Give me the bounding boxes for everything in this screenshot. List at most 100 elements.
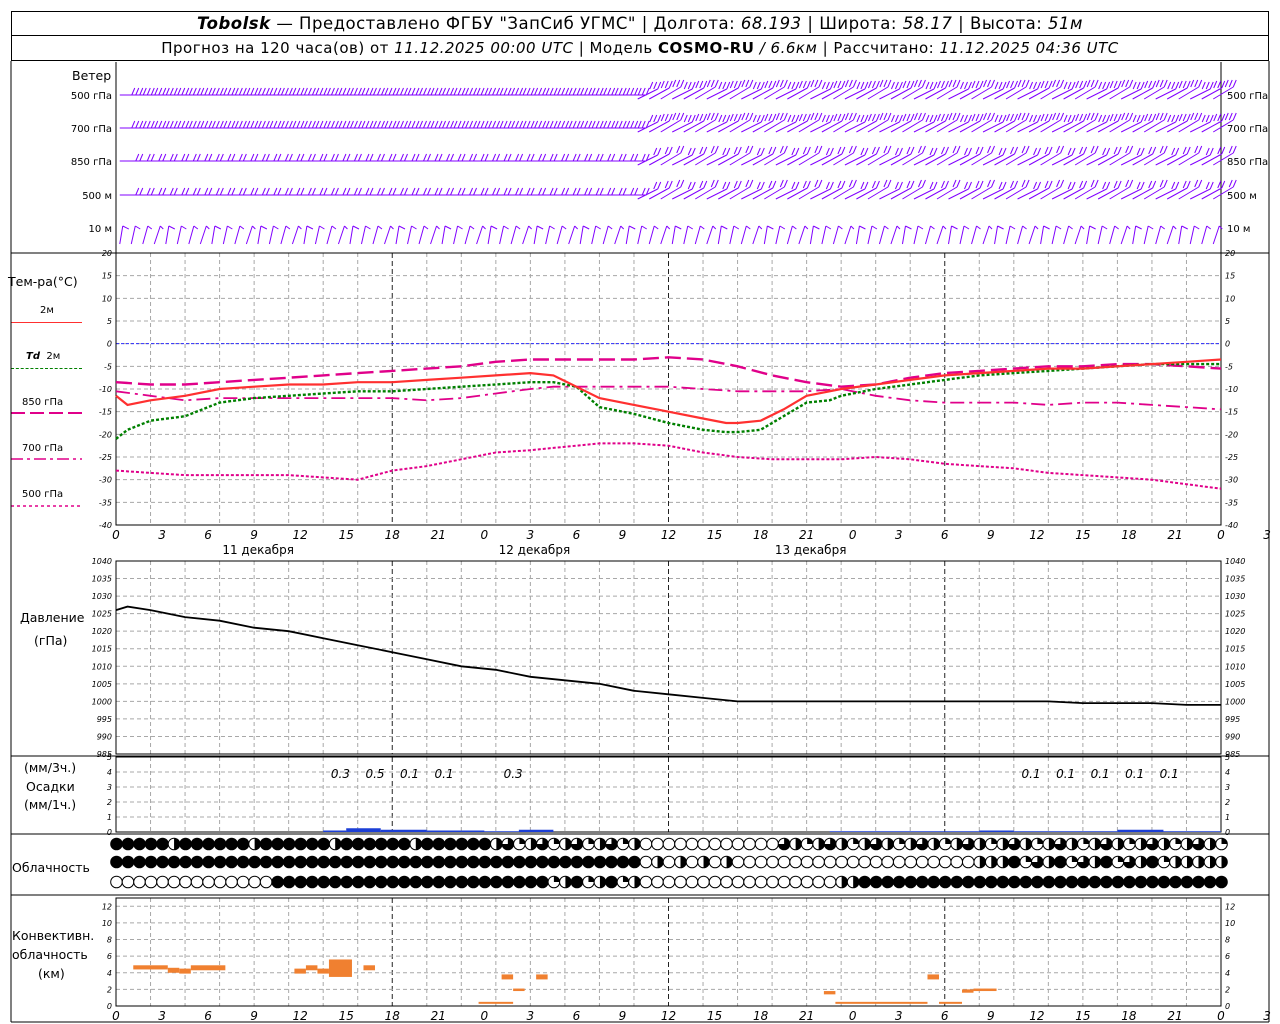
temp-ytick-right: -5 xyxy=(1225,362,1233,371)
cloud-cover-symbol xyxy=(478,837,492,851)
cloud-cover-symbol xyxy=(328,837,342,851)
cloud-cover-symbol xyxy=(386,855,400,869)
cloud-cover-symbol xyxy=(1008,875,1021,889)
wind-barb-feather xyxy=(192,120,197,129)
wind-barb-feather xyxy=(672,79,677,88)
wind-barb-feather xyxy=(169,87,174,96)
wind-barb-feather xyxy=(603,120,608,129)
pressure-ytick-right: 1030 xyxy=(1225,592,1245,601)
wind-barb-feather xyxy=(288,87,293,96)
cloud-cover-symbol xyxy=(743,855,756,869)
wind-barb-staff xyxy=(1212,225,1220,245)
wind-barb-feather xyxy=(269,87,274,96)
cloud-cover-symbol xyxy=(1123,875,1136,889)
wind-barb-feather xyxy=(357,187,362,196)
wind-barb-feather xyxy=(703,80,708,89)
wind-barb-feather xyxy=(1217,146,1222,155)
wind-barb-staff xyxy=(1074,119,1096,133)
wind-barb xyxy=(360,225,371,245)
wind-barb-staff xyxy=(787,120,808,133)
conv-bar xyxy=(179,968,191,974)
wind-barb xyxy=(925,225,935,245)
cloud-circle xyxy=(328,875,342,889)
wind-barb-feather xyxy=(1025,179,1030,188)
wind-barb-feather xyxy=(910,80,915,89)
wind-barb-feather xyxy=(741,79,746,88)
wind-barb-feather xyxy=(818,112,823,121)
wind-barb-staff xyxy=(1109,186,1130,200)
wind-barb-feather xyxy=(146,120,151,129)
wind-barb-feather xyxy=(507,153,512,162)
wind-barb-feather xyxy=(952,179,957,188)
precip-ytick-right: 4 xyxy=(1225,768,1230,777)
conv-xtick: 0 xyxy=(1217,1009,1225,1023)
wind-barb-feather xyxy=(200,87,205,96)
cloud-cover-symbol xyxy=(720,855,733,869)
wind-barb-feather xyxy=(914,112,918,121)
cloud-circle xyxy=(110,837,123,851)
cloud-cover-symbol xyxy=(213,855,227,869)
wind-barb-feather xyxy=(438,120,443,129)
wind-barb-feather xyxy=(906,180,911,189)
wind-barb-feather xyxy=(484,120,489,129)
wind-barb-feather xyxy=(538,187,543,196)
wind-barb-feather xyxy=(994,114,999,123)
wind-barb-feather xyxy=(280,120,285,129)
cloud-cover-symbol xyxy=(812,875,825,889)
cloud-fill xyxy=(1025,838,1032,850)
cloud-cover-symbol xyxy=(524,837,538,851)
wind-barb-staff xyxy=(878,225,885,245)
cloud-fill xyxy=(657,856,664,868)
cloud-cover-symbol xyxy=(397,875,411,889)
wind-barb xyxy=(729,79,754,100)
wind-barb xyxy=(119,87,144,96)
wind-barb-feather xyxy=(841,80,846,89)
cloud-circle xyxy=(156,875,169,889)
temp-xtick: 18 xyxy=(1121,528,1137,542)
wind-barb-feather xyxy=(334,153,339,162)
cloud-cover-symbol xyxy=(616,855,630,869)
wind-barb-flag xyxy=(214,225,222,230)
wind-barb-feather xyxy=(1144,113,1149,122)
wind-barb-feather xyxy=(680,112,685,121)
wind-barb-feather xyxy=(653,181,658,190)
cloud-fill xyxy=(519,838,526,844)
cloud-cover-symbol xyxy=(812,837,825,851)
conv-ytick-left: 10 xyxy=(102,919,112,928)
cloud-circle xyxy=(513,855,526,869)
cloud-cover-symbol xyxy=(1215,875,1228,889)
wind-barb-feather xyxy=(591,120,596,129)
wind-barb-feather xyxy=(1094,112,1099,121)
wind-barb-feather xyxy=(1155,112,1160,121)
cloud-cover-symbol xyxy=(225,875,238,889)
cloud-circle xyxy=(317,855,330,869)
wind-barb-staff xyxy=(1201,153,1222,166)
wind-barb-feather xyxy=(545,120,550,129)
wind-barb-feather xyxy=(584,87,589,96)
cloud-cover-symbol xyxy=(1146,875,1159,889)
cloud-cover-symbol xyxy=(1157,837,1171,851)
wind-barb-feather xyxy=(676,179,681,188)
cloud-cover-symbol xyxy=(386,837,400,851)
cloud-cover-symbol xyxy=(892,855,906,869)
cloud-cover-symbol xyxy=(570,855,584,869)
wind-barb-feather xyxy=(1044,113,1049,122)
wind-barb-staff xyxy=(1120,225,1128,245)
wind-barb-staff xyxy=(867,186,889,200)
wind-barb-feather xyxy=(1171,181,1176,190)
wind-level-label-right: 700 гПа xyxy=(1227,124,1268,135)
wind-barb-feather xyxy=(975,146,980,155)
wind-barb-flag xyxy=(871,225,878,230)
wind-barb-feather xyxy=(407,87,412,96)
wind-barb-feather xyxy=(998,181,1003,190)
wind-level-label-left: 700 гПа xyxy=(71,124,112,135)
cloud-circle xyxy=(743,855,756,869)
cloud-circle xyxy=(271,875,284,889)
pressure-ytick-left: 1030 xyxy=(92,592,112,601)
wind-barb-feather xyxy=(1140,81,1145,90)
wind-barb-feather xyxy=(169,187,174,196)
wind-barb-staff xyxy=(1040,86,1061,100)
wind-barb-flag xyxy=(997,225,1004,230)
cloud-fill xyxy=(853,838,859,844)
wind-barb xyxy=(798,179,823,200)
